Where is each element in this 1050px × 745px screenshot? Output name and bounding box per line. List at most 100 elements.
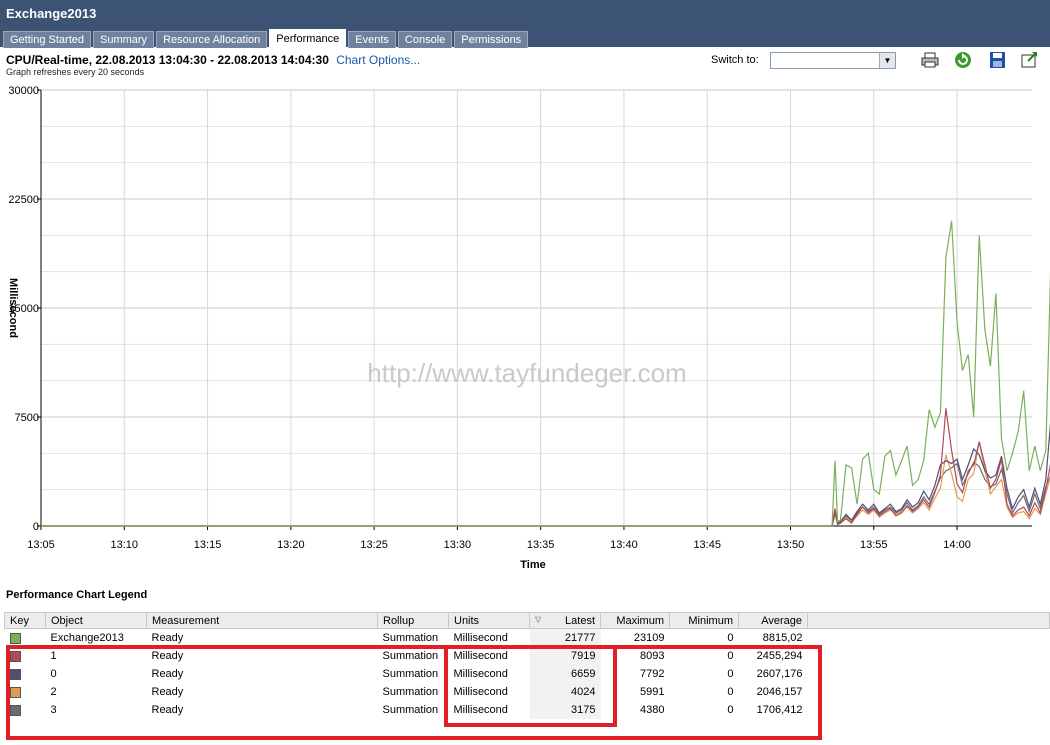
tab-permissions[interactable]: Permissions: [454, 31, 529, 48]
cell-key: [5, 665, 46, 683]
x-tick-label: 13:20: [277, 539, 305, 551]
cell-units: Millisecond: [453, 686, 508, 698]
col-object[interactable]: Object: [45, 612, 147, 629]
col-key[interactable]: Key: [4, 612, 46, 629]
y-tick-label: 0: [33, 521, 39, 533]
col-units[interactable]: Units: [448, 612, 530, 629]
legend-row[interactable]: 3 Ready Summation Millisecond 3175 4380 0 1706,…: [5, 701, 1050, 719]
app-title: Exchange2013: [6, 6, 97, 21]
legend-row[interactable]: 0 Ready Summation Millisecond 6659 7792 0 2607,…: [5, 665, 1050, 683]
cell-key: [5, 683, 46, 701]
x-tick-label: 13:25: [360, 539, 388, 551]
tab-resource-allocation[interactable]: Resource Allocation: [156, 31, 268, 48]
cell-units: Millisecond: [453, 668, 508, 680]
cell-object: 0: [50, 668, 57, 680]
cell-rollup: Summation: [382, 704, 439, 716]
cell-average: 8815,02: [762, 632, 803, 644]
x-tick-label: 13:10: [111, 539, 139, 551]
x-tick-label: 14:00: [943, 539, 971, 551]
cell-filler: [808, 665, 1050, 683]
cell-units: Millisecond: [453, 704, 508, 716]
cell-object: Exchange2013: [50, 632, 124, 644]
refresh-icon[interactable]: [953, 51, 973, 69]
cell-rollup: Summation: [382, 650, 439, 662]
chevron-down-icon[interactable]: ▼: [879, 53, 895, 68]
cell-measurement: Ready: [151, 686, 184, 698]
cell-filler: [808, 647, 1050, 665]
col-rollup[interactable]: Rollup: [377, 612, 449, 629]
tab-events[interactable]: Events: [348, 31, 396, 48]
legend-row[interactable]: Exchange2013 Ready Summation Millisecond 217…: [5, 628, 1050, 648]
cell-minimum: 0: [727, 668, 734, 680]
x-tick-label: 13:30: [444, 539, 472, 551]
switch-to-dropdown[interactable]: ▼: [770, 52, 896, 69]
col-latest[interactable]: ▽ Latest: [529, 612, 601, 629]
cell-measurement: Ready: [151, 632, 184, 644]
series-color-swatch: [9, 686, 21, 698]
x-tick-label: 13:05: [27, 539, 55, 551]
performance-chart: 0750015000225003000013:05 13:10 13:15 13:20…: [7, 85, 1050, 571]
cell-minimum: 0: [727, 686, 734, 698]
tab-performance[interactable]: Performance: [269, 29, 347, 48]
x-axis-label: Time: [520, 559, 545, 571]
cell-object: 2: [50, 686, 57, 698]
series-color-swatch: [9, 668, 21, 680]
cell-latest: 7919: [529, 647, 601, 665]
cell-measurement: Ready: [151, 650, 184, 662]
cell-maximum: 23109: [633, 632, 665, 644]
cell-maximum: 7792: [640, 668, 665, 680]
cell-latest: 6659: [529, 665, 601, 683]
legend-title: Performance Chart Legend: [6, 589, 148, 601]
cell-minimum: 0: [727, 632, 734, 644]
cell-minimum: 0: [727, 704, 734, 716]
cell-key: [5, 629, 46, 648]
cell-object: 1: [50, 650, 57, 662]
x-tick-label: 13:50: [777, 539, 805, 551]
col-average[interactable]: Average: [738, 612, 808, 629]
cell-average: 2607,176: [756, 668, 803, 680]
cell-rollup: Summation: [382, 686, 439, 698]
cell-latest: 21777: [529, 628, 601, 647]
tab-getting-started[interactable]: Getting Started: [3, 31, 91, 48]
cell-filler: [808, 701, 1050, 719]
cell-filler: [808, 629, 1050, 648]
legend-table: Key Object Measurement Rollup Units ▽ Lat…: [4, 612, 1050, 719]
cell-units: Millisecond: [453, 650, 508, 662]
cell-rollup: Summation: [382, 632, 439, 644]
col-measurement[interactable]: Measurement: [146, 612, 378, 629]
chart-title: CPU/Real-time, 22.08.2013 13:04:30 - 22.…: [6, 53, 329, 67]
cell-average: 1706,412: [756, 704, 803, 716]
cell-filler: [808, 683, 1050, 701]
x-tick-label: 13:45: [693, 539, 721, 551]
tab-console[interactable]: Console: [397, 31, 453, 48]
legend-row[interactable]: 2 Ready Summation Millisecond 4024 5991 0 2046,…: [5, 683, 1050, 701]
popout-icon[interactable]: [1020, 51, 1040, 69]
legend-header-row: Key Object Measurement Rollup Units ▽ Lat…: [4, 612, 1050, 629]
print-icon[interactable]: [920, 51, 940, 69]
chart-header: CPU/Real-time, 22.08.2013 13:04:30 - 22.…: [6, 53, 420, 67]
series-color-swatch: [9, 632, 21, 644]
series-color-swatch: [9, 650, 21, 662]
series-color-swatch: [9, 704, 21, 716]
y-tick-label: 7500: [15, 412, 39, 424]
cell-maximum: 8093: [640, 650, 665, 662]
refresh-note: Graph refreshes every 20 seconds: [6, 67, 145, 77]
cell-latest: 3175: [529, 701, 601, 719]
cell-units: Millisecond: [453, 632, 508, 644]
col-maximum[interactable]: Maximum: [600, 612, 670, 629]
cell-rollup: Summation: [382, 668, 439, 680]
tab-bar: Getting Started Summary Resource Allocat…: [3, 29, 530, 48]
cell-average: 2046,157: [756, 686, 803, 698]
save-icon[interactable]: [988, 51, 1008, 69]
legend-row[interactable]: 1 Ready Summation Millisecond 7919 8093 0 2455,…: [5, 647, 1050, 665]
cell-maximum: 5991: [640, 686, 665, 698]
title-bar: Exchange2013 Getting Started Summary Res…: [0, 0, 1050, 48]
cell-key: [5, 701, 46, 719]
x-tick-label: 13:55: [860, 539, 888, 551]
col-minimum[interactable]: Minimum: [669, 612, 739, 629]
chart-options-link[interactable]: Chart Options...: [336, 53, 420, 67]
tab-summary[interactable]: Summary: [93, 31, 155, 48]
cell-minimum: 0: [727, 650, 734, 662]
x-tick-label: 13:40: [610, 539, 638, 551]
y-tick-label: 30000: [8, 85, 39, 97]
